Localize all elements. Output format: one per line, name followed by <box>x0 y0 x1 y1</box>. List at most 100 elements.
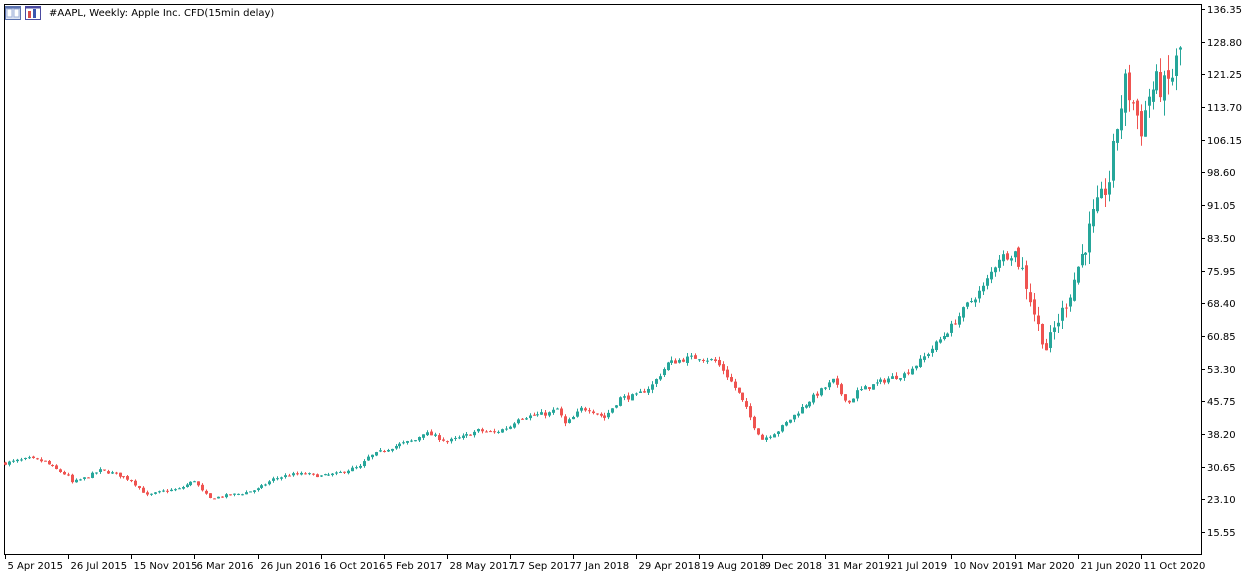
candle-body <box>1021 267 1024 269</box>
candle-body <box>773 434 776 438</box>
chart-title: #AAPL, Weekly: Apple Inc. CFD(15min dela… <box>49 7 275 19</box>
candle-body <box>343 471 346 473</box>
candle-body <box>209 493 212 498</box>
candle-body <box>1104 188 1107 195</box>
candle-body <box>288 475 291 477</box>
candle-body <box>895 375 898 380</box>
candle-body <box>627 395 630 400</box>
x-tick-label: 17 Sep 2017 <box>513 561 576 572</box>
candle-body <box>465 434 468 436</box>
candle-body <box>572 416 575 420</box>
candle-body <box>154 492 157 494</box>
candle-body <box>714 359 717 362</box>
candle-body <box>481 429 484 432</box>
candle-body <box>1112 140 1115 181</box>
candle-body <box>769 436 772 438</box>
candle-body <box>694 355 697 359</box>
candle-body <box>292 473 295 476</box>
candle-body <box>304 473 307 475</box>
candle-body <box>335 472 338 474</box>
candle-body <box>1073 279 1076 301</box>
candle-body <box>1029 292 1032 303</box>
candle-body <box>71 474 74 483</box>
candle-body <box>509 426 512 429</box>
candle-body <box>375 452 378 456</box>
candle-body <box>1017 247 1020 267</box>
candle-body <box>300 472 303 475</box>
candle-body <box>296 473 299 475</box>
y-tick-label: 45.75 <box>1207 397 1236 408</box>
candle-body <box>8 461 11 465</box>
candle-body <box>205 490 208 494</box>
y-tick-label: 91.05 <box>1207 201 1236 212</box>
candle-body <box>698 359 701 361</box>
candle-body <box>103 469 106 471</box>
candle-body <box>178 488 181 490</box>
candle-body <box>635 393 638 395</box>
y-tick-label: 113.70 <box>1207 103 1242 114</box>
candle-body <box>517 419 520 424</box>
candle-body <box>978 290 981 299</box>
candle-body <box>1061 307 1064 321</box>
y-tick-label: 98.60 <box>1207 168 1236 179</box>
candle-body <box>505 428 508 430</box>
y-tick-label: 60.85 <box>1207 332 1236 343</box>
candle-body <box>1096 197 1099 212</box>
candle-body <box>146 492 149 495</box>
candle-body <box>974 299 977 303</box>
y-tick-label: 38.20 <box>1207 430 1236 441</box>
candle-body <box>430 431 433 436</box>
candle-body <box>1120 108 1123 131</box>
x-tick-label: 7 Jan 2018 <box>576 561 630 572</box>
candle-body <box>331 473 334 476</box>
candle-body <box>836 378 839 385</box>
candle-body <box>580 407 583 411</box>
candle-body <box>237 493 240 495</box>
candle-body <box>765 437 768 440</box>
chart-window-icon <box>5 6 21 20</box>
candle-body <box>489 431 492 433</box>
candle-body <box>107 471 110 474</box>
candle-body <box>568 419 571 423</box>
candle-body <box>1092 209 1095 227</box>
candle-body <box>473 431 476 436</box>
candle-body <box>828 382 831 388</box>
candle-body <box>824 387 827 389</box>
candle-body <box>533 414 536 416</box>
candle-body <box>398 443 401 447</box>
candle-body <box>868 387 871 389</box>
candle-body <box>44 460 47 462</box>
candle-body <box>1045 343 1048 351</box>
candle-body <box>422 434 425 438</box>
candle-body <box>426 432 429 436</box>
candle-body <box>919 358 922 367</box>
candle-body <box>805 405 808 408</box>
candle-body <box>619 397 622 406</box>
candle-body <box>324 474 327 476</box>
candle-body <box>1136 100 1139 116</box>
candle-body <box>134 480 137 486</box>
candle-body <box>174 489 177 491</box>
candle-body <box>848 400 851 403</box>
candle-body <box>982 285 985 292</box>
candle-body <box>954 323 957 325</box>
candle-body <box>891 376 894 379</box>
candle-body <box>95 472 98 474</box>
candle-body <box>1025 265 1028 289</box>
candle-body <box>280 477 283 479</box>
candle-body <box>678 359 681 363</box>
candle-body <box>718 360 721 366</box>
plot-frame <box>4 4 1202 555</box>
candle-body <box>24 457 27 460</box>
candle-body <box>241 494 244 496</box>
candle-body <box>312 473 315 475</box>
candle-body <box>469 434 472 436</box>
x-tick-label: 16 Oct 2016 <box>324 561 386 572</box>
candle-body <box>749 406 752 418</box>
candle-body <box>130 480 133 482</box>
candle-body <box>907 372 910 374</box>
y-tick-label: 83.50 <box>1207 234 1236 245</box>
candle-body <box>450 438 453 442</box>
candle-body <box>276 478 279 480</box>
candle-body <box>682 359 685 362</box>
